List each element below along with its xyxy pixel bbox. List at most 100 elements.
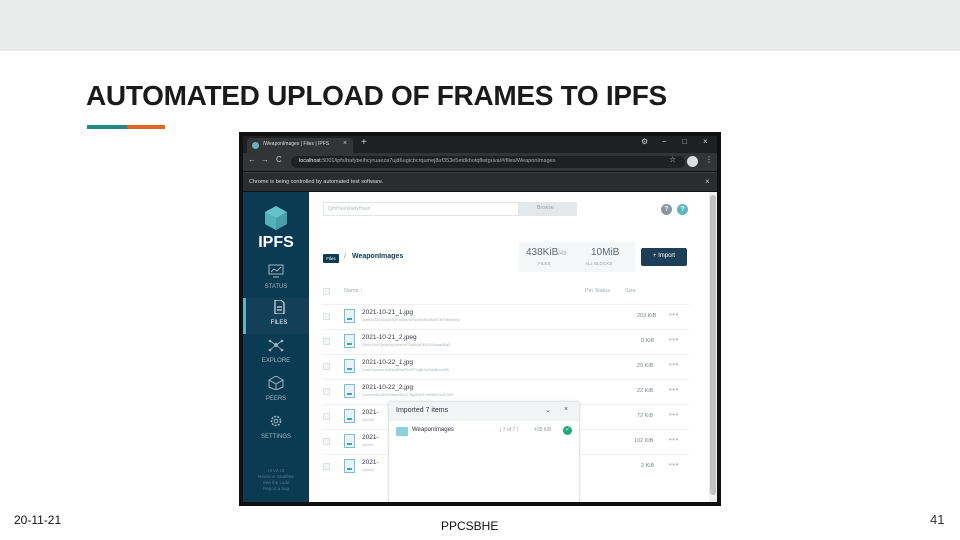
footer-date: 20-11-21	[14, 513, 62, 527]
sidebar-item-peers[interactable]: PEERS	[243, 374, 309, 410]
import-progress-popup: Imported 7 items ⌄ × WeaponImages | 7 of…	[389, 402, 579, 502]
sidebar-footer: UI v2.13 Revision 43a8b8e See the code R…	[243, 468, 309, 492]
col-pin-status[interactable]: Pin Status	[585, 288, 610, 294]
file-name[interactable]: 2021-	[362, 434, 379, 441]
import-item: WeaponImages | 7 of 7 | 438 KiB ✓	[389, 422, 579, 440]
search-placeholder: QmHash/bafyHash	[328, 206, 371, 212]
row-checkbox[interactable]	[323, 313, 330, 320]
network-icon	[268, 339, 284, 352]
import-button[interactable]: + Import	[641, 248, 687, 266]
more-options-icon[interactable]: •••	[669, 360, 679, 369]
row-checkbox[interactable]	[323, 363, 330, 370]
row-checkbox[interactable]	[323, 388, 330, 395]
image-file-icon	[344, 334, 355, 348]
table-row[interactable]: 2021-10-21_2.jpeg QmYcL9uFQkxkHyuJ9mrKhF…	[323, 329, 689, 354]
ipfs-favicon-icon	[252, 142, 259, 149]
sidebar-item-explore[interactable]: EXPLORE	[243, 336, 309, 372]
more-options-icon[interactable]: •••	[669, 460, 679, 469]
folder-icon	[396, 427, 408, 436]
row-checkbox[interactable]	[323, 438, 330, 445]
file-name[interactable]: 2021-10-21_2.jpeg	[362, 334, 417, 341]
cube-icon	[268, 376, 284, 390]
file-size: 203 KiB	[637, 313, 657, 319]
file-name[interactable]: 2021-10-22_2.jpg	[362, 384, 413, 391]
row-checkbox[interactable]	[323, 463, 330, 470]
browse-button[interactable]: Browse	[519, 202, 577, 216]
ipfs-logo-text: IPFS	[258, 234, 294, 251]
sidebar-item-label: STATUS	[264, 284, 288, 290]
collapse-chevron-icon[interactable]: ⌄	[545, 406, 551, 414]
table-row[interactable]: 2021-10-21_1.jpg QmbrZ1S1VBuu2kTyR7kdMsT…	[323, 304, 689, 329]
storage-stats: 438KiB/48 FILES 10MiB ALL BLOCKS	[519, 242, 635, 272]
maximize-icon[interactable]: □	[682, 137, 687, 146]
back-icon[interactable]: ←	[248, 155, 256, 164]
minimize-icon[interactable]: −	[662, 137, 667, 146]
file-size: 72 KiB	[637, 413, 654, 419]
sidebar-item-label: EXPLORE	[261, 358, 291, 364]
tab-title: /WeaponImages | Files | IPFS	[263, 141, 330, 147]
table-row[interactable]: 2021-10-22_1.jpg QmbYXpurrpKUvRKnNRmtFkX…	[323, 354, 689, 379]
select-all-checkbox[interactable]	[323, 288, 330, 295]
new-tab-icon[interactable]: +	[361, 138, 367, 148]
blocks-label: ALL BLOCKS	[585, 261, 613, 266]
table-row[interactable]: 2021-10-22_2.jpg QmZhhnSUv6VSoRkmHGUCT5g…	[323, 379, 689, 404]
files-label: FILES	[538, 261, 551, 266]
file-name[interactable]: 2021-	[362, 409, 379, 416]
sidebar-item-settings[interactable]: SETTINGS	[243, 412, 309, 448]
sidebar-item-files[interactable]: FILES	[243, 298, 309, 334]
tab-close-icon[interactable]: ×	[343, 140, 347, 147]
extension-gear-icon[interactable]: ⚙	[641, 137, 648, 146]
ipfs-sidebar: IPFS STATUS FILES EXPLORE PEERS SETTINGS…	[243, 192, 309, 502]
profile-avatar-icon[interactable]	[687, 156, 698, 167]
page-scrollbar[interactable]	[709, 192, 717, 502]
breadcrumb-folder[interactable]: WeaponImages	[352, 253, 403, 260]
sidebar-item-label: FILES	[270, 320, 288, 326]
import-item-count: | 7 of 7 |	[500, 427, 518, 433]
more-options-icon[interactable]: •••	[669, 385, 679, 394]
file-name[interactable]: 2021-10-21_1.jpg	[362, 309, 413, 316]
address-bar[interactable]: localhost:5001/ipfs/bafybeihcyruaeza7ujd…	[291, 156, 685, 168]
more-options-icon[interactable]: •••	[669, 435, 679, 444]
file-name[interactable]: 2021-	[362, 459, 379, 466]
sidebar-item-status[interactable]: STATUS	[243, 262, 309, 298]
more-options-icon[interactable]: •••	[669, 410, 679, 419]
scrollbar-thumb[interactable]	[710, 195, 716, 495]
file-name[interactable]: 2021-10-22_1.jpg	[362, 359, 413, 366]
image-file-icon	[344, 409, 355, 423]
infobar-close-icon[interactable]: ×	[705, 177, 710, 186]
reload-icon[interactable]: C	[276, 155, 282, 164]
browse-label: Browse	[537, 205, 554, 211]
col-size[interactable]: Size	[625, 288, 636, 294]
browser-menu-icon[interactable]: ⋮	[705, 155, 713, 164]
file-size: 2 KiB	[641, 463, 655, 469]
file-hash: QmbYXpurrpKUvRKnNRmtFkXPFVgBc4oYbptBuwXd…	[362, 368, 450, 372]
automation-infobar: Chrome is being controlled by automated …	[243, 172, 717, 191]
more-options-icon[interactable]: •••	[669, 310, 679, 319]
file-icon	[274, 300, 285, 314]
browser-tab[interactable]: /WeaponImages | Files | IPFS ×	[247, 138, 353, 153]
slide-title: AUTOMATED UPLOAD OF FRAMES TO IPFS	[86, 80, 667, 111]
forward-icon[interactable]: →	[261, 155, 269, 164]
report-bug-link[interactable]: Report a bug	[243, 486, 309, 492]
file-size: 102 KiB	[634, 438, 654, 444]
more-options-icon[interactable]: •••	[669, 335, 679, 344]
files-size: 438KiB/48	[526, 247, 567, 258]
image-file-icon	[344, 434, 355, 448]
popup-close-icon[interactable]: ×	[564, 406, 568, 413]
infobar-text: Chrome is being controlled by automated …	[249, 179, 384, 185]
help-icon[interactable]: ?	[661, 204, 672, 215]
breadcrumb-files[interactable]: Files	[323, 254, 339, 263]
col-name[interactable]: Name ↑	[344, 288, 363, 294]
blocks-size: 10MiB	[591, 247, 620, 258]
row-checkbox[interactable]	[323, 413, 330, 420]
footer-org: PPCSBHE	[441, 519, 499, 533]
file-size: 8 KiB	[641, 338, 655, 344]
import-item-size: 438 KiB	[534, 427, 552, 433]
info-icon[interactable]: ?	[677, 204, 688, 215]
window-close-icon[interactable]: ×	[703, 137, 708, 146]
bookmark-star-icon[interactable]: ☆	[669, 155, 676, 164]
hash-search-input[interactable]: QmHash/bafyHash	[323, 202, 519, 216]
import-item-name: WeaponImages	[412, 427, 454, 433]
row-checkbox[interactable]	[323, 338, 330, 345]
accent-bar-teal	[87, 125, 127, 129]
